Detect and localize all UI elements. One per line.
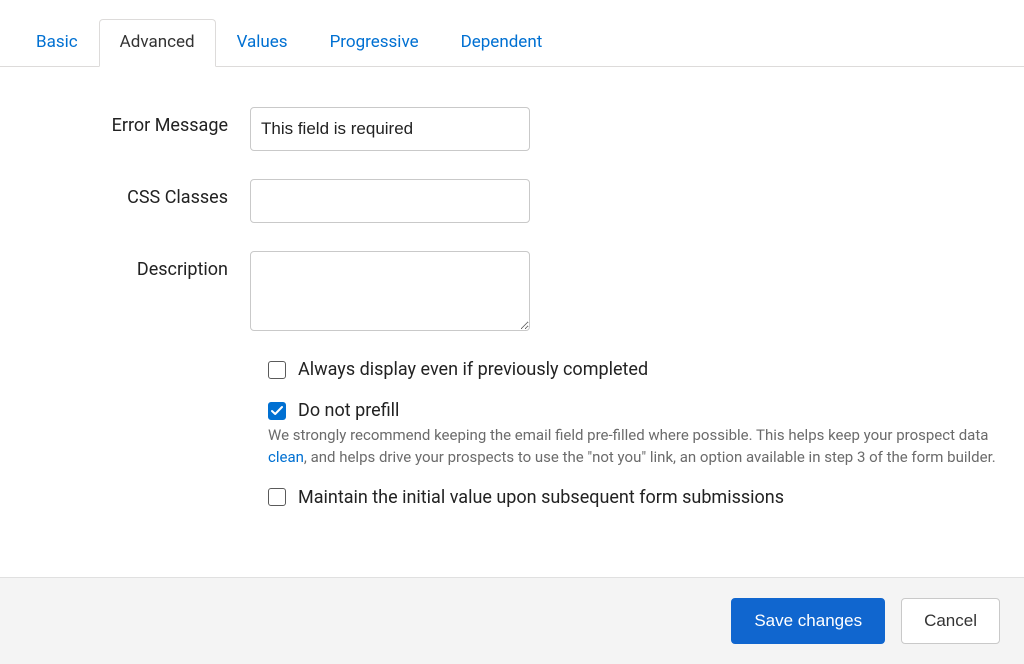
form-body: Error Message CSS Classes Description Al… xyxy=(0,67,1024,508)
do-not-prefill-label[interactable]: Do not prefill xyxy=(298,400,399,421)
prefill-help-link[interactable]: clean xyxy=(268,448,304,466)
prefill-help-b: , and helps drive your prospects to use … xyxy=(304,448,996,466)
error-message-label: Error Message xyxy=(20,107,250,136)
maintain-initial-label[interactable]: Maintain the initial value upon subseque… xyxy=(298,487,784,508)
always-display-label[interactable]: Always display even if previously comple… xyxy=(298,359,648,380)
tabs-bar: Basic Advanced Values Progressive Depend… xyxy=(0,18,1024,67)
description-textarea[interactable] xyxy=(250,251,530,331)
css-classes-input[interactable] xyxy=(250,179,530,223)
footer-bar: Save changes Cancel xyxy=(0,577,1024,664)
description-label: Description xyxy=(20,251,250,280)
always-display-checkbox[interactable] xyxy=(268,361,286,379)
maintain-initial-checkbox[interactable] xyxy=(268,488,286,506)
css-classes-label: CSS Classes xyxy=(20,179,250,208)
cancel-button[interactable]: Cancel xyxy=(901,598,1000,644)
tab-progressive[interactable]: Progressive xyxy=(309,19,440,67)
save-changes-button[interactable]: Save changes xyxy=(731,598,885,644)
do-not-prefill-row: Do not prefill xyxy=(268,400,1004,421)
always-display-row: Always display even if previously comple… xyxy=(268,359,1004,380)
maintain-initial-row: Maintain the initial value upon subseque… xyxy=(268,487,1004,508)
tab-basic[interactable]: Basic xyxy=(15,19,99,67)
tab-values[interactable]: Values xyxy=(216,19,309,67)
do-not-prefill-checkbox[interactable] xyxy=(268,402,286,420)
tab-dependent[interactable]: Dependent xyxy=(440,19,564,67)
prefill-help-text: We strongly recommend keeping the email … xyxy=(268,425,1004,469)
error-message-input[interactable] xyxy=(250,107,530,151)
prefill-help-a: We strongly recommend keeping the email … xyxy=(268,426,988,444)
tab-advanced[interactable]: Advanced xyxy=(99,19,216,67)
